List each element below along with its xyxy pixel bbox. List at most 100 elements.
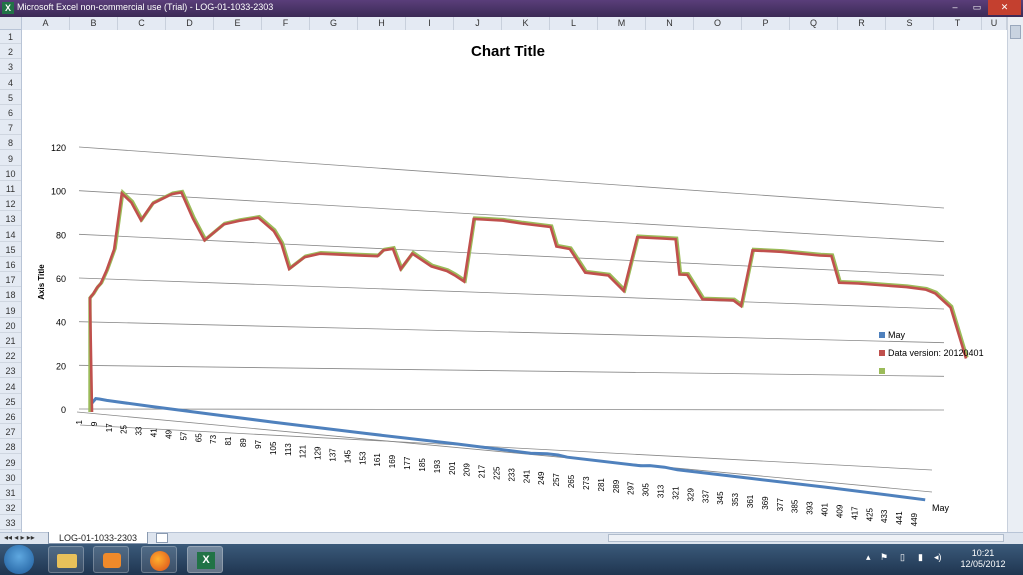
row-header[interactable]: 33 xyxy=(0,516,21,531)
system-clock[interactable]: 10:21 12/05/2012 xyxy=(950,548,1016,570)
select-all-corner[interactable] xyxy=(0,17,22,30)
tab-nav-arrows-icon[interactable]: ◂◂ ◂ ▸ ▸▸ xyxy=(4,533,35,542)
column-header[interactable]: T xyxy=(934,17,982,30)
show-hidden-icons-icon[interactable]: ▴ xyxy=(866,552,871,563)
row-header[interactable]: 19 xyxy=(0,304,21,318)
column-header[interactable]: M xyxy=(598,17,646,30)
row-header[interactable]: 10 xyxy=(0,167,21,181)
row-header[interactable]: 15 xyxy=(0,243,21,257)
folder-icon[interactable] xyxy=(48,546,84,573)
legend-swatch-may xyxy=(879,332,885,338)
y-tick-label: 80 xyxy=(56,230,66,240)
sheet-tab[interactable]: LOG-01-1033-2303 xyxy=(48,532,148,544)
column-header[interactable]: L xyxy=(550,17,598,30)
insert-sheet-icon[interactable] xyxy=(156,533,168,543)
row-header[interactable]: 3 xyxy=(0,60,21,75)
row-header[interactable]: 7 xyxy=(0,121,21,136)
horizontal-scrollbar[interactable] xyxy=(608,534,1004,542)
row-header[interactable]: 6 xyxy=(0,106,21,120)
column-header[interactable]: G xyxy=(310,17,358,30)
row-header[interactable]: 22 xyxy=(0,349,21,364)
x-tick-label: 57 xyxy=(179,431,188,440)
x-tick-label: 89 xyxy=(239,438,248,447)
row-header[interactable]: 5 xyxy=(0,91,21,105)
x-tick-label: 209 xyxy=(463,463,472,477)
x-tick-label: 281 xyxy=(597,478,606,492)
x-tick-label: 169 xyxy=(388,454,397,468)
windows-orb-icon[interactable] xyxy=(4,545,34,574)
volume-icon[interactable]: ◂) xyxy=(934,552,942,563)
row-header-bar: 1 2 3 4 5 6 7 8 9 10 11 12 13 14 15 16 17 18 19 20 21 22 23 24 2… xyxy=(0,30,22,532)
row-header[interactable]: 23 xyxy=(0,364,21,379)
row-header[interactable]: 2 xyxy=(0,45,21,60)
vertical-scrollbar[interactable] xyxy=(1007,17,1023,532)
excel-icon[interactable]: X xyxy=(187,546,223,573)
row-header[interactable]: 18 xyxy=(0,288,21,303)
legend-label-data-version: Data version: 20120401 xyxy=(888,348,984,358)
minimize-button[interactable]: – xyxy=(944,0,966,15)
row-header[interactable]: 14 xyxy=(0,228,21,242)
row-header[interactable]: 29 xyxy=(0,456,21,470)
close-button[interactable]: ✕ xyxy=(988,0,1021,15)
x-tick-label: 409 xyxy=(835,504,844,518)
x-tick-label: 113 xyxy=(284,443,293,456)
row-header[interactable]: 21 xyxy=(0,334,21,348)
column-header[interactable]: J xyxy=(454,17,502,30)
legend-label-may: May xyxy=(888,330,906,340)
row-header[interactable]: 11 xyxy=(0,182,21,196)
x-tick-label: 369 xyxy=(761,496,770,510)
clock-date: 12/05/2012 xyxy=(960,559,1006,569)
y-tick-label: 120 xyxy=(51,143,66,153)
column-header[interactable]: S xyxy=(886,17,934,30)
legend-swatch-data-version xyxy=(879,350,885,356)
row-header[interactable]: 16 xyxy=(0,258,21,272)
restore-button[interactable]: ▭ xyxy=(966,0,988,15)
column-header[interactable]: O xyxy=(694,17,742,30)
x-tick-label: 305 xyxy=(642,483,651,497)
column-header[interactable]: H xyxy=(358,17,406,30)
row-header[interactable]: 28 xyxy=(0,440,21,455)
x-tick-label: 105 xyxy=(269,441,278,455)
column-header[interactable]: F xyxy=(262,17,310,30)
column-header[interactable]: P xyxy=(742,17,790,30)
chart-title[interactable]: Chart Title xyxy=(471,43,545,60)
network-icon[interactable]: ▮ xyxy=(918,552,923,563)
row-header[interactable]: 17 xyxy=(0,273,21,288)
chart-area[interactable]: Chart Title Axis Title 0 20 40 60 80 100 120 1… xyxy=(22,30,1007,532)
excel-app-icon[interactable]: X xyxy=(2,2,14,14)
column-header[interactable]: R xyxy=(838,17,886,30)
action-center-flag-icon[interactable]: ⚑ xyxy=(880,552,888,563)
row-header[interactable]: 25 xyxy=(0,395,21,409)
column-header[interactable]: D xyxy=(166,17,214,30)
row-header[interactable]: 31 xyxy=(0,486,21,500)
row-header[interactable]: 30 xyxy=(0,471,21,485)
row-header[interactable]: 8 xyxy=(0,136,21,151)
row-header[interactable]: 13 xyxy=(0,212,21,227)
column-header[interactable]: N xyxy=(646,17,694,30)
y-axis-title[interactable]: Axis Title xyxy=(37,264,46,300)
x-tick-label: 361 xyxy=(746,494,755,508)
row-header[interactable]: 4 xyxy=(0,76,21,90)
row-header[interactable]: 1 xyxy=(0,30,21,44)
scroll-thumb[interactable] xyxy=(1010,25,1021,39)
row-header[interactable]: 12 xyxy=(0,197,21,212)
row-header[interactable]: 9 xyxy=(0,152,21,166)
x-tick-label: 153 xyxy=(358,451,367,465)
row-header[interactable]: 32 xyxy=(0,501,21,516)
column-header[interactable]: E xyxy=(214,17,262,30)
column-header[interactable]: C xyxy=(118,17,166,30)
row-header[interactable]: 24 xyxy=(0,380,21,394)
row-header[interactable]: 20 xyxy=(0,319,21,333)
firefox-icon[interactable] xyxy=(141,546,177,573)
x-tick-label: 17 xyxy=(105,423,114,432)
column-header[interactable]: Q xyxy=(790,17,838,30)
column-header[interactable]: I xyxy=(406,17,454,30)
column-header[interactable]: U xyxy=(982,17,1007,30)
battery-icon[interactable]: ▯ xyxy=(900,552,905,563)
column-header[interactable]: B xyxy=(70,17,118,30)
column-header[interactable]: K xyxy=(502,17,550,30)
row-header[interactable]: 27 xyxy=(0,425,21,440)
column-header[interactable]: A xyxy=(22,17,70,30)
row-header[interactable]: 26 xyxy=(0,410,21,424)
media-player-icon[interactable] xyxy=(93,546,129,573)
